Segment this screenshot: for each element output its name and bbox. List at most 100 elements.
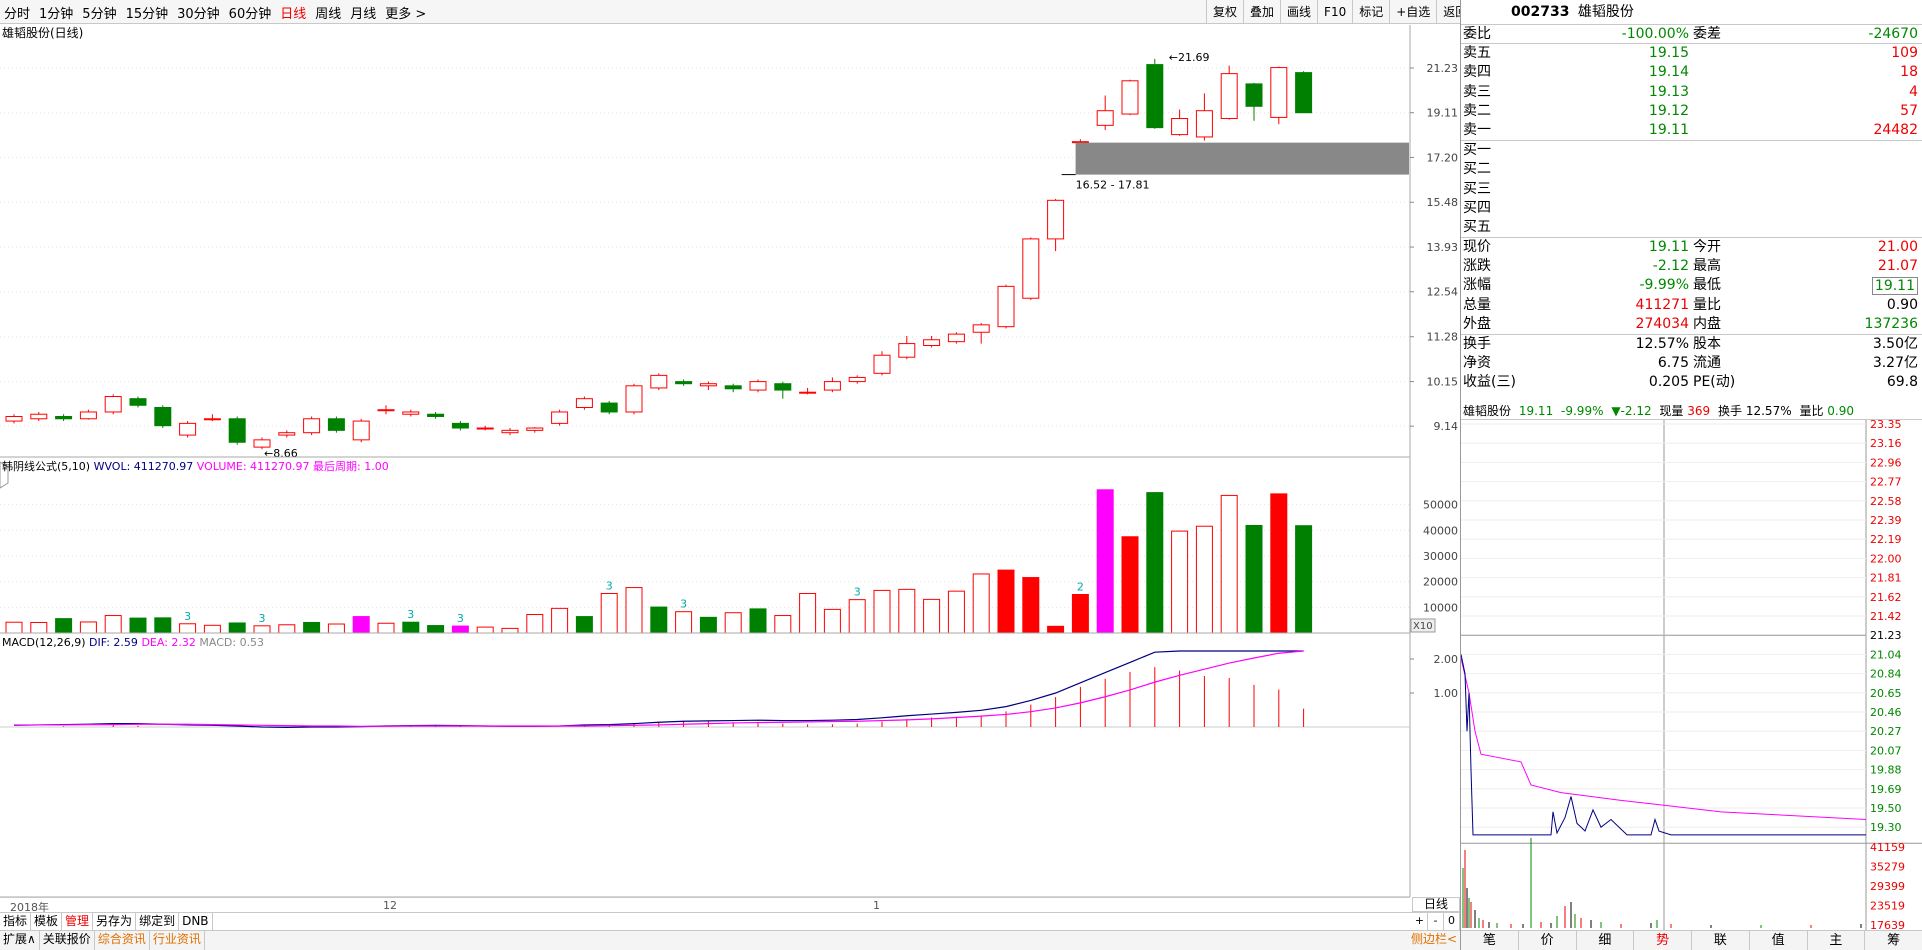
volume-bar (402, 621, 420, 634)
period-tab-2[interactable]: 5分钟 (82, 3, 116, 22)
tool-button-5[interactable]: +自选 (1389, 0, 1436, 24)
volume-formula: 韩阴线公式(5,10) (2, 459, 94, 473)
stock-header: 002733 雄韬股份 (1461, 0, 1922, 25)
mini-price-tick: 21.42 (1870, 610, 1902, 623)
period-tab-4[interactable]: 30分钟 (177, 3, 220, 22)
period-tab-9[interactable]: 更多 > (385, 3, 426, 22)
period-tab-7[interactable]: 周线 (315, 3, 341, 22)
mini-price-tick: 21.81 (1870, 572, 1902, 585)
indicator-tab-0[interactable]: 指标 (0, 913, 32, 930)
tool-button-0[interactable]: 复权 (1206, 0, 1243, 24)
mini-price-tick: 19.88 (1870, 764, 1902, 777)
chart-tools: 复权 叠加 画线 F10 标记 +自选 返回 (1206, 0, 1473, 24)
tool-button-4[interactable]: 标记 (1352, 0, 1389, 24)
detail-tab-3[interactable]: 势 (1634, 931, 1692, 950)
indicator-tab-5[interactable]: DNB (179, 913, 213, 930)
tool-button-1[interactable]: 叠加 (1243, 0, 1280, 24)
intraday-pct: -9.99% (1561, 404, 1604, 418)
info-tab-0[interactable]: 扩展∧ (0, 931, 40, 950)
stat-value: -9.99% (1639, 277, 1689, 294)
info-tab-2[interactable]: 综合资讯 (95, 931, 150, 950)
candle-body (1096, 110, 1114, 126)
candle-body (1022, 238, 1040, 299)
candle-body (278, 432, 296, 436)
volume-bar (1195, 525, 1213, 634)
volume-mark: 3 (457, 612, 464, 625)
detail-tab-1[interactable]: 价 (1519, 931, 1577, 950)
intraday-xl: 369 (1687, 404, 1711, 418)
quote-panel: 002733 雄韬股份 委比 -100.00% 委差 -24670 卖五 19.1… (1460, 0, 1922, 950)
volume-mark: 3 (184, 610, 191, 623)
ask-price: 19.14 (1648, 64, 1689, 81)
macd-title: MACD(12,26,9) DIF: 2.59 DEA: 2.32 MACD: … (2, 636, 264, 649)
volume-tick-label: 50000 (1423, 499, 1458, 512)
detail-tab-5[interactable]: 值 (1750, 931, 1808, 950)
price-tick-label: 19.11 (1427, 107, 1459, 120)
stat-row: 现价 19.11 今开 21.00 (1461, 238, 1922, 257)
indicator-tab-4[interactable]: 绑定到 (136, 913, 180, 930)
intraday-chart[interactable]: 23.35 23.16 22.96 22.77 22.58 22.39 22.19 22.00… (1461, 420, 1922, 930)
stat-label: 最低 (1693, 277, 1721, 294)
period-tab-8[interactable]: 月线 (350, 3, 376, 22)
period-tabs: 分时 1分钟 5分钟 15分钟 30分钟 60分钟 日线 周线 月线 更多 > (4, 0, 435, 24)
volume-bar (228, 622, 246, 634)
candle-body (699, 383, 717, 387)
period-tab-1[interactable]: 1分钟 (39, 3, 73, 22)
detail-tab-0[interactable]: 笔 (1461, 931, 1519, 950)
stat-value: -2.12 (1652, 258, 1689, 275)
volume-bar (154, 617, 172, 634)
volume-bar (575, 616, 593, 634)
macd-value: MACD: 0.53 (199, 636, 264, 649)
indicator-tab-3[interactable]: 另存为 (93, 913, 137, 930)
period-label: 日线 (1412, 897, 1460, 912)
indicator-tab-1[interactable]: 模板 (31, 913, 63, 930)
ask-book: 卖五 19.15 109 卖四 19.14 18 卖三 19.13 4 卖二 19.12 57 卖一 19… (1461, 44, 1922, 142)
volume-bar (476, 626, 494, 634)
volume-mark: 2 (1077, 581, 1084, 594)
stat-label: 最高 (1693, 258, 1721, 275)
info-tab-3[interactable]: 行业资讯 (150, 931, 205, 950)
mini-price-tick: 19.30 (1870, 821, 1902, 834)
detail-tab-7[interactable]: 筹 (1865, 931, 1922, 950)
candle-body (650, 374, 668, 389)
volume-bar (600, 592, 618, 634)
low-label: ←8.66 (264, 447, 298, 460)
tool-button-2[interactable]: 画线 (1280, 0, 1317, 24)
bid-label: 买四 (1463, 199, 1491, 216)
bid-row: 买一 (1461, 141, 1922, 160)
volume-bar (1270, 493, 1288, 634)
mini-price-tick: 22.58 (1870, 495, 1902, 508)
candle-body (799, 391, 817, 394)
gap-block (1075, 142, 1409, 175)
candle-body (997, 285, 1015, 328)
kline-chart-svg[interactable]: 21.23 19.11 17.20 15.48 13.93 12.54 11.28 10.15… (0, 25, 1460, 898)
stat-value: 19.11 (1648, 239, 1689, 256)
stat-row: 总量 411271 量比 0.90 (1461, 296, 1922, 315)
tool-button-3[interactable]: F10 (1317, 0, 1352, 24)
detail-tab-6[interactable]: 主 (1808, 931, 1866, 950)
period-tab-0[interactable]: 分时 (4, 3, 30, 22)
mini-price-tick: 22.00 (1870, 552, 1902, 565)
detail-tab-2[interactable]: 细 (1577, 931, 1635, 950)
period-tab-3[interactable]: 15分钟 (126, 3, 169, 22)
volume-bar (203, 624, 221, 634)
stat-label: 涨跌 (1463, 258, 1491, 275)
period-tab-5[interactable]: 60分钟 (229, 3, 272, 22)
mini-price-tick: 20.84 (1870, 668, 1902, 681)
sidebar-toggle-button[interactable]: 侧边栏< (1408, 930, 1460, 950)
bid-row: 买四 (1461, 199, 1922, 218)
kline-chart-panel[interactable]: 21.23 19.11 17.20 15.48 13.93 12.54 11.28 10.15… (0, 25, 1460, 900)
ask-label: 卖三 (1463, 83, 1491, 100)
indicator-tab-2[interactable]: 管理 (62, 913, 94, 930)
volume-bar (79, 621, 97, 634)
detail-tab-4[interactable]: 联 (1692, 931, 1750, 950)
stat-label: 现价 (1463, 239, 1491, 256)
stat-value: 0.90 (1886, 296, 1918, 313)
period-tab-6[interactable]: 日线 (280, 3, 306, 22)
candle-body (1047, 199, 1065, 240)
stat-row: 涨幅 -9.99% 最低 19.11 (1461, 276, 1922, 296)
volume-bar (1121, 536, 1139, 634)
candle-body (724, 385, 742, 390)
stat-label: 总量 (1463, 296, 1491, 313)
info-tab-1[interactable]: 关联报价 (40, 931, 95, 950)
